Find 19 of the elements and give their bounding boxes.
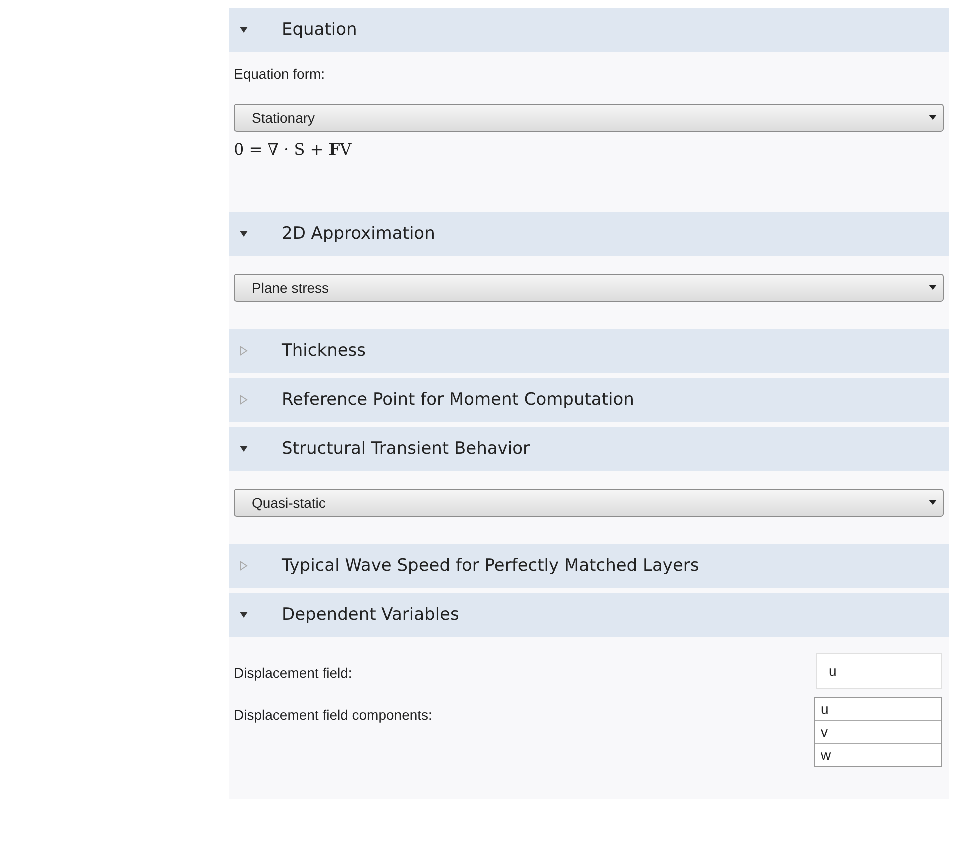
expanded-arrow-icon[interactable] [239,444,249,454]
section-header[interactable]: Equation [229,8,949,52]
table-cell: w [815,743,941,766]
table-cell-text: u [820,700,830,719]
expanded-arrow-icon[interactable] [239,229,249,239]
caret-icon [929,285,937,291]
dropdown[interactable]: Stationary [234,104,944,132]
field-label: Displacement field components: [234,706,432,723]
field-label: Equation form: [234,65,326,84]
dropdown[interactable]: Plane stress [234,274,944,302]
dropdown[interactable]: Quasi-static [234,489,944,517]
caret-icon [929,500,937,506]
field-label: Displacement field: [234,664,352,681]
table-cell: v [815,720,941,743]
expanded-arrow-icon[interactable] [239,610,249,620]
caret-icon [929,115,937,121]
equation: 0 = ∇ · S + FV [234,139,353,161]
input-field[interactable]: u [816,653,942,689]
expanded-arrow-icon[interactable] [239,25,249,35]
